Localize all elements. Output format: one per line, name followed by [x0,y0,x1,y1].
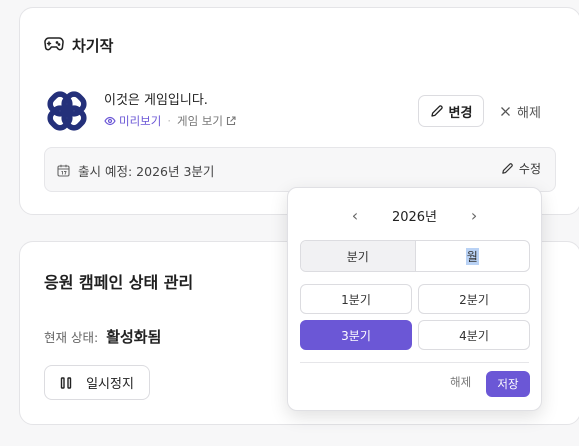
quarter-grid: 1분기 2분기 3분기 4분기 [300,284,530,350]
status-label: 현재 상태: [44,330,99,345]
release-text: 출시 예정: 2026년 3분기 [78,164,215,179]
view-game-link[interactable]: 게임 보기 [177,113,236,129]
picker-save-button[interactable]: 저장 [486,371,530,397]
mode-month-label: 월 [465,247,479,265]
clear-button[interactable]: 해제 [500,95,541,127]
pause-button-label: 일시정지 [86,377,134,392]
mode-month-tab[interactable]: 월 [416,241,530,271]
quarter-picker-popover: ‹ 2026년 › 분기 월 1분기 2분기 3분기 4분기 해제 저장 [287,187,542,411]
game-links: 미리보기 · 게임 보기 [104,113,236,129]
eye-icon [104,116,116,126]
release-bar: 출시 예정: 2026년 3분기 수정 [44,147,556,192]
game-name: 이것은 게임입니다. [104,93,208,108]
year-label: 2026년 [391,209,438,225]
quarter-3-button[interactable]: 3분기 [300,320,412,350]
calendar-icon [57,164,70,177]
clear-button-label: 해제 [517,105,541,121]
pause-icon [60,376,72,389]
quarter-1-button[interactable]: 1분기 [300,284,412,314]
pencil-icon [430,105,443,117]
game-logo [46,90,88,132]
next-game-card: 차기작 이것은 게임입니다. 미리보기 · 게임 보기 변경 해제 출시 예정:… [19,7,579,215]
picker-clear-button[interactable]: 해제 [450,374,471,390]
preview-link[interactable]: 미리보기 [104,113,161,129]
edit-release-button[interactable]: 수정 [501,160,541,177]
mode-quarter-tab[interactable]: 분기 [301,241,416,271]
year-navigation: ‹ 2026년 › [288,204,541,226]
link-separator: · [167,114,171,128]
pencil-icon [502,163,513,174]
mode-toggle: 분기 월 [300,240,530,272]
change-button-label: 변경 [448,105,473,121]
card-title: 차기작 [44,35,113,56]
quarter-4-button[interactable]: 4분기 [418,320,530,350]
status-value: 활성화됨 [106,328,162,346]
card-title-text: 차기작 [72,37,114,55]
gamepad-icon [44,36,64,56]
close-icon [501,106,510,116]
external-link-icon [226,116,236,126]
view-game-link-label: 게임 보기 [176,114,223,128]
chevron-left-icon[interactable]: ‹ [348,206,362,225]
release-info: 출시 예정: 2026년 3분기 [57,161,214,180]
edit-release-label: 수정 [518,162,541,176]
status-row: 현재 상태: 활성화됨 [44,326,161,347]
pause-button[interactable]: 일시정지 [44,365,150,400]
campaign-title: 응원 캠페인 상태 관리 [44,273,194,292]
divider [300,362,529,363]
change-button[interactable]: 변경 [418,95,484,127]
preview-link-label: 미리보기 [119,114,162,128]
chevron-right-icon[interactable]: › [467,206,481,225]
quarter-2-button[interactable]: 2분기 [418,284,530,314]
